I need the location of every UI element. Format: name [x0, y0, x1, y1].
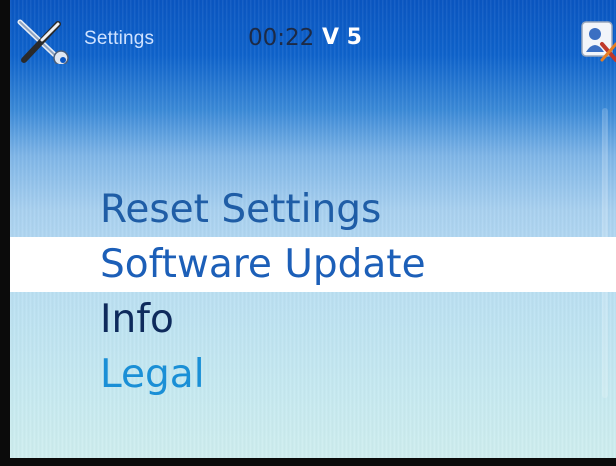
status-bar: Settings 00:22 V 5 — [10, 0, 616, 78]
menu-item-legal[interactable]: Legal — [10, 347, 616, 402]
settings-screen: Settings 00:22 V 5 Reset Settings Softwa… — [10, 0, 616, 458]
menu-item-label: Reset Settings — [100, 187, 382, 232]
device-frame: Settings 00:22 V 5 Reset Settings Softwa… — [0, 0, 616, 466]
bezel-bottom — [0, 458, 616, 466]
menu-item-label: Legal — [100, 352, 205, 397]
menu-item-label: Info — [100, 297, 174, 342]
tools-icon — [17, 19, 69, 64]
status-version: V 5 — [322, 25, 362, 50]
user-settings-icon[interactable] — [578, 16, 616, 64]
menu-item-software-update[interactable]: Software Update — [10, 237, 616, 292]
menu-item-reset-settings[interactable]: Reset Settings — [10, 182, 616, 237]
menu-item-label: Software Update — [100, 242, 426, 287]
status-time: 00:22 — [248, 25, 315, 51]
status-title: Settings — [84, 28, 155, 49]
settings-menu: Reset Settings Software Update Info Lega… — [10, 182, 616, 402]
menu-item-info[interactable]: Info — [10, 292, 616, 347]
